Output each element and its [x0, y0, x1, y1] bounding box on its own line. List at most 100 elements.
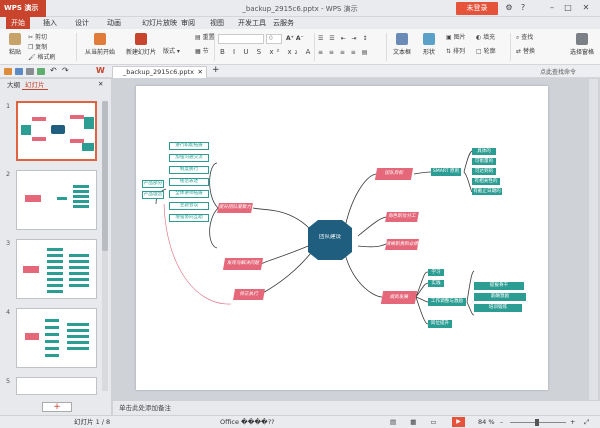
login-button[interactable]: 未登录 [456, 2, 498, 15]
close-panel-icon[interactable]: ✕ [98, 80, 103, 88]
from-current-button[interactable]: 从当前开始 [80, 33, 120, 61]
tab-developer[interactable]: 开发工具 [233, 17, 271, 29]
replace-button[interactable]: ⇄ 替换 [516, 47, 535, 56]
leaf-node[interactable]: 工作调整与激励 [428, 298, 466, 306]
leaf-node[interactable]: 学习 [428, 269, 444, 276]
leaf-node[interactable]: 主题会议 [169, 202, 209, 210]
leaf-node[interactable]: 产品理念 [142, 191, 164, 199]
leaf-node[interactable]: 增强协同互助 [169, 214, 209, 222]
tab-outline[interactable]: 大纲 [4, 80, 23, 90]
new-tab-icon[interactable]: + [212, 65, 220, 75]
panel-scroll-thumb[interactable] [102, 101, 108, 251]
branch-node[interactable]: 提升团队凝聚力 [217, 203, 253, 213]
maximize-icon[interactable]: □ [562, 2, 574, 14]
smart-node[interactable]: SMART 原则 [431, 168, 461, 176]
branch-node[interactable]: 角色职位分工 [385, 212, 419, 222]
close-icon[interactable]: ✕ [580, 2, 592, 14]
branch-node[interactable]: 团队目标 [374, 168, 414, 180]
open-icon[interactable] [4, 68, 12, 75]
center-node-label[interactable]: 团队建设 [310, 234, 350, 241]
leaf-node[interactable]: 培训锻炼 [474, 304, 522, 312]
scissors-icon: ✂ [28, 34, 35, 41]
slide-canvas[interactable]: 团队建设 提升团队凝聚力 发现与解决问题 修正执行 进行职能拓展 加强沟通交流 … [136, 86, 548, 390]
layout-button[interactable]: 版式 ▾ [163, 47, 180, 56]
slide-thumbnail-2[interactable] [16, 170, 97, 230]
leaf-node[interactable]: 制度执行 [169, 166, 209, 174]
slide-thumbnail-5[interactable] [16, 377, 97, 395]
tab-animation[interactable]: 动画 [102, 17, 126, 29]
export-icon[interactable] [37, 68, 45, 75]
leaf-node[interactable]: 可衡量的 [472, 158, 496, 165]
branch-node[interactable]: 清晰职责和业绩 [385, 239, 419, 250]
section-button[interactable]: ▦ 节 [195, 47, 209, 56]
font-grow-icon[interactable]: A⁺ A⁻ [286, 34, 304, 43]
menu-bar: 开始 插入 设计 动画 幻灯片放映 审阅 视图 开发工具 云服务 [0, 17, 600, 29]
shape-button[interactable]: 形状 [418, 33, 440, 61]
fill-button[interactable]: ◐ 填充 [476, 33, 495, 42]
branch-node[interactable]: 成员发展 [380, 291, 418, 304]
view-buttons[interactable]: ▤ ▦ ▭ [390, 416, 443, 428]
minimize-icon[interactable]: – [546, 2, 558, 14]
align-buttons[interactable]: ≡ ≡ ≡ ≡ ▤ [318, 48, 369, 57]
close-tab-icon[interactable]: ✕ [198, 67, 203, 78]
reset-button[interactable]: ▤ 重置 [195, 33, 215, 42]
zoom-out-icon[interactable]: – [500, 416, 503, 428]
document-tab[interactable]: _backup_2915c6.pptx ✕ [112, 66, 207, 78]
leaf-node[interactable]: 进行职能拓展 [169, 142, 209, 150]
branch-node[interactable]: 修正执行 [233, 289, 265, 300]
format-painter-button[interactable]: 🖌 格式刷 [28, 53, 56, 62]
settings-icon[interactable]: ⚙ [503, 2, 515, 14]
redo-icon[interactable]: ↷ [62, 66, 69, 75]
list-buttons[interactable]: ☰ ☰ ⇤ ⇥ ↕ [318, 34, 369, 43]
leaf-node[interactable]: 提拔骨干 [474, 282, 524, 290]
select-pane-button[interactable]: 选择窗格 [566, 33, 598, 61]
leaf-node[interactable]: 加强沟通交流 [169, 154, 209, 162]
tab-cloud[interactable]: 云服务 [268, 17, 299, 29]
slide-thumbnail-1[interactable] [16, 101, 97, 161]
leaf-node[interactable]: 有截止日期的 [472, 188, 502, 195]
copy-button[interactable]: ❐ 复制 [28, 43, 47, 52]
font-style-buttons[interactable]: B I U S x² x₂ A [220, 48, 313, 57]
tab-view[interactable]: 视图 [205, 17, 229, 29]
tab-design[interactable]: 设计 [70, 17, 94, 29]
leaf-node[interactable]: 有相关性的 [472, 178, 500, 185]
app-menu-button[interactable]: WPS 演示 [0, 0, 46, 17]
leaf-node[interactable]: 全体讲师拓展 [169, 190, 209, 198]
leaf-node[interactable]: 产品部分 [142, 180, 164, 188]
font-name-select[interactable] [218, 34, 264, 44]
picture-button[interactable]: ▣ 图片 [446, 33, 466, 42]
paste-button[interactable]: 粘贴 [4, 33, 26, 61]
tab-home[interactable]: 开始 [6, 17, 30, 29]
help-icon[interactable]: ? [517, 2, 529, 14]
canvas-scrollbar[interactable] [589, 79, 598, 400]
cut-button[interactable]: ✂ 剪切 [28, 33, 47, 42]
leaf-node[interactable]: 实践 [428, 280, 444, 287]
notes-pane[interactable]: 单击此处添加备注 [113, 400, 600, 415]
play-slideshow-button[interactable]: ▶ [452, 417, 465, 427]
slide-thumbnail-3[interactable] [16, 239, 97, 299]
fit-window-icon[interactable]: ⤢ [584, 416, 589, 428]
tab-review[interactable]: 审阅 [176, 17, 200, 29]
print-icon[interactable] [26, 68, 34, 75]
command-search[interactable]: 点此查找命令 [540, 67, 576, 76]
slide-thumbnail-4[interactable] [16, 308, 97, 368]
tab-insert[interactable]: 插入 [38, 17, 62, 29]
outline-button[interactable]: □ 轮廓 [476, 47, 496, 56]
zoom-slider-thumb[interactable] [535, 419, 539, 426]
arrange-button[interactable]: ⇅ 排列 [446, 47, 465, 56]
tab-slides[interactable]: 幻灯片 [22, 80, 48, 90]
undo-icon[interactable]: ↶ [50, 66, 57, 75]
add-slide-button[interactable]: + [42, 402, 72, 412]
leaf-node[interactable]: 规范表述 [169, 178, 209, 186]
leaf-node[interactable]: 岗位提升 [428, 320, 452, 328]
branch-node[interactable]: 发现与解决问题 [222, 258, 264, 270]
leaf-node[interactable]: 可达到的 [472, 168, 496, 175]
zoom-in-icon[interactable]: + [570, 416, 575, 428]
textbox-button[interactable]: 文本框 [390, 33, 414, 61]
save-icon[interactable] [15, 68, 23, 75]
leaf-node[interactable]: 薪酬激励 [474, 293, 526, 301]
new-slide-button[interactable]: 新建幻灯片 [122, 33, 160, 61]
leaf-node[interactable]: 具体的 [472, 148, 496, 155]
find-button[interactable]: ⌕ 查找 [516, 33, 533, 42]
font-size-select[interactable]: 0 [266, 34, 282, 44]
